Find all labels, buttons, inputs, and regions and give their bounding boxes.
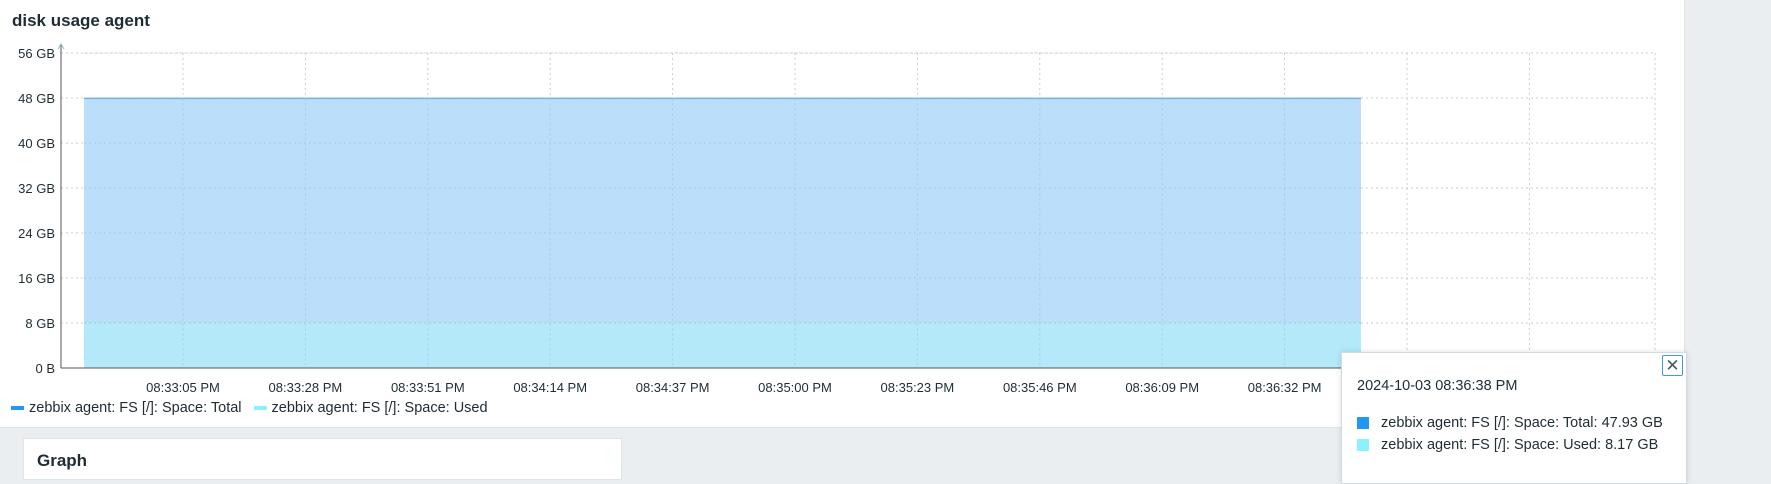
graph-panel: Graph xyxy=(23,438,622,480)
series-area-used xyxy=(84,322,1361,368)
x-tick-label: 08:33:51 PM xyxy=(391,380,465,395)
close-icon[interactable]: ✕ xyxy=(1662,355,1683,376)
y-tick-label: 32 GB xyxy=(18,181,55,196)
legend-label-used: zebbix agent: FS [/]: Space: Used xyxy=(271,400,488,416)
y-tick-label: 24 GB xyxy=(18,226,55,241)
tooltip-swatch-total xyxy=(1357,417,1369,429)
legend-swatch-total xyxy=(11,406,24,410)
x-tick-label: 08:33:05 PM xyxy=(146,380,220,395)
tooltip-value-used: zebbix agent: FS [/]: Space: Used: 8.17 … xyxy=(1381,437,1659,453)
legend-swatch-used xyxy=(253,406,267,410)
legend-label-total: zebbix agent: FS [/]: Space: Total xyxy=(29,400,242,416)
y-tick-label: 16 GB xyxy=(18,271,55,286)
x-tick-label: 08:33:28 PM xyxy=(269,380,343,395)
y-tick-label: 40 GB xyxy=(18,136,55,151)
x-tick-label: 08:36:09 PM xyxy=(1125,380,1199,395)
x-tick-label: 08:34:37 PM xyxy=(636,380,710,395)
x-tick-label: 08:35:00 PM xyxy=(758,380,832,395)
x-tick-label: 08:35:46 PM xyxy=(1003,380,1077,395)
tooltip-swatch-used xyxy=(1357,439,1369,451)
legend-item-used: zebbix agent: FS [/]: Space: Used xyxy=(253,400,488,416)
y-tick-label: 48 GB xyxy=(18,91,55,106)
panel-title: Graph xyxy=(37,451,88,470)
x-tick-label: 08:36:32 PM xyxy=(1248,380,1322,395)
tooltip-timestamp: 2024-10-03 08:36:38 PM xyxy=(1357,378,1518,394)
disk-usage-chart[interactable]: 0 B 8 GB 16 GB 24 GB 32 GB 40 GB 48 GB 56 GB 08:… xyxy=(0,0,1684,400)
tooltip-value-total: zebbix agent: FS [/]: Space: Total: 47.9… xyxy=(1381,415,1663,431)
y-tick-label: 8 GB xyxy=(25,316,55,331)
tooltip-row-used: zebbix agent: FS [/]: Space: Used: 8.17 … xyxy=(1357,437,1658,453)
y-tick-label: 0 B xyxy=(35,361,55,376)
tooltip-row-total: zebbix agent: FS [/]: Space: Total: 47.9… xyxy=(1357,415,1663,431)
x-tick-label: 08:34:14 PM xyxy=(513,380,587,395)
y-tick-label: 56 GB xyxy=(18,46,55,61)
chart-legend: zebbix agent: FS [/]: Space: Total zebbi… xyxy=(11,400,500,416)
legend-item-total: zebbix agent: FS [/]: Space: Total xyxy=(11,400,242,416)
hint-tooltip: ✕ 2024-10-03 08:36:38 PM zebbix agent: F… xyxy=(1341,352,1687,484)
x-tick-label: 08:35:23 PM xyxy=(881,380,955,395)
